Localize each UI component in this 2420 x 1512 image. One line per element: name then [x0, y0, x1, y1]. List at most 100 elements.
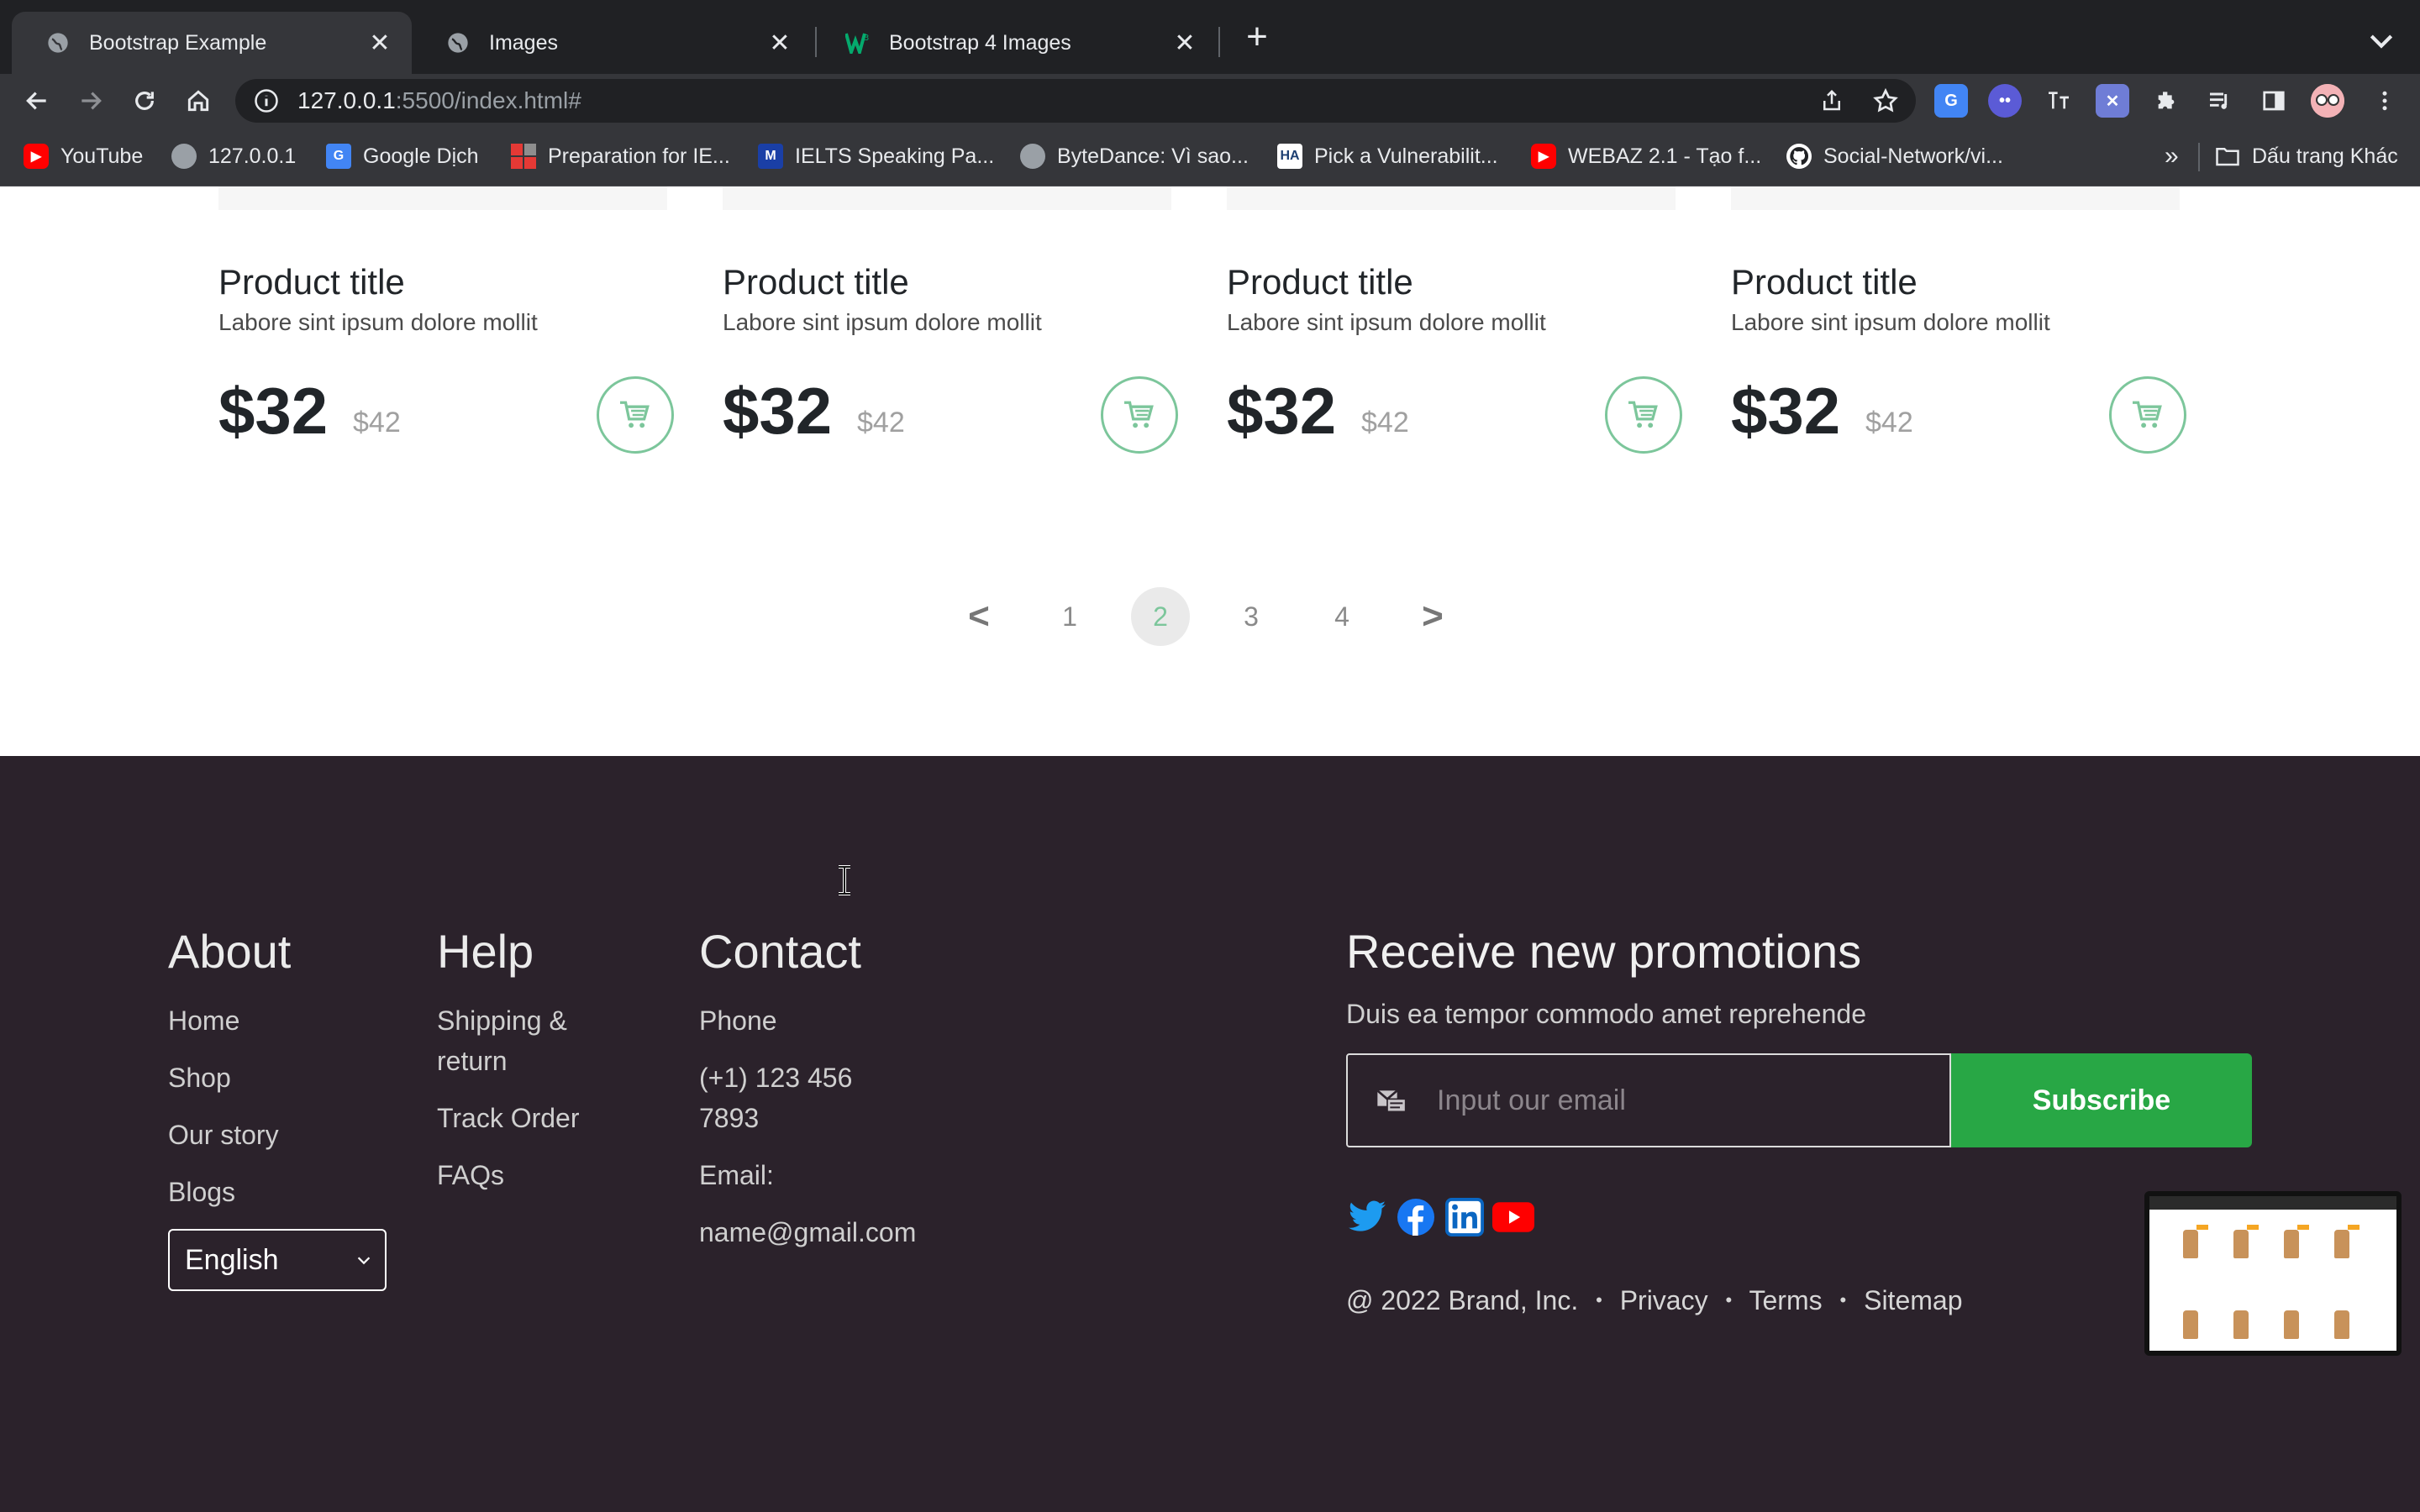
close-icon[interactable]: ✕ [1168, 26, 1202, 60]
separator-dot: • [1596, 1289, 1602, 1310]
mail-extension-icon[interactable]: ✕ [2096, 84, 2129, 118]
tab-bootstrap-example[interactable]: Bootstrap Example ✕ [12, 12, 412, 74]
forward-arrow-icon[interactable] [71, 81, 111, 121]
puzzle-icon[interactable] [2149, 84, 2183, 118]
product-price: $32 [723, 374, 833, 448]
newsletter-subtitle: Duis ea tempor commodo amet reprehende [1346, 999, 1866, 1029]
footer-link-sitemap[interactable]: Sitemap [1864, 1285, 1962, 1315]
new-tab-plus-icon[interactable]: + [1239, 16, 1276, 57]
url-text: 127.0.0.1:5500/index.html# [297, 87, 581, 113]
thumbnail-product [2183, 1230, 2198, 1258]
product-image[interactable] [218, 186, 667, 210]
bookmark-preparation[interactable]: Preparation for IE... [511, 139, 730, 173]
tab-images[interactable]: Images ✕ [412, 12, 812, 74]
product-title[interactable]: Product title [218, 262, 405, 302]
folder-icon [2215, 144, 2240, 169]
globe-icon [45, 30, 71, 55]
close-icon[interactable]: ✕ [363, 26, 397, 60]
chevron-down-icon[interactable] [2365, 24, 2398, 57]
add-to-cart-button[interactable] [2109, 376, 2186, 454]
bookmark-google-dich[interactable]: G Google Dịch [326, 139, 479, 173]
bookmark-label: Social-Network/vi... [1823, 144, 2003, 168]
thumbnail-tag [2297, 1225, 2309, 1230]
product-image[interactable] [723, 186, 1171, 210]
product-title[interactable]: Product title [723, 262, 909, 302]
tab-title: Bootstrap 4 Images [889, 30, 1071, 55]
share-icon[interactable] [1813, 82, 1850, 119]
facebook-icon[interactable] [1395, 1196, 1437, 1238]
bookmark-label: ByteDance: Vì sao... [1057, 144, 1249, 168]
bookmark-social-network[interactable]: Social-Network/vi... [1786, 139, 2003, 173]
other-bookmarks-folder[interactable]: Dấu trang Khác [2215, 139, 2398, 173]
footer-link-terms[interactable]: Terms [1749, 1285, 1823, 1315]
pagination-prev[interactable]: < [950, 587, 1008, 646]
tab-title: Images [489, 30, 558, 55]
email-input[interactable]: Input our email [1346, 1053, 1951, 1147]
bookmark-webaz[interactable]: ▶ WEBAZ 2.1 - Tạo f... [1531, 139, 1761, 173]
footer-link-privacy[interactable]: Privacy [1620, 1285, 1708, 1315]
pagination-page-2[interactable]: 2 [1131, 587, 1190, 646]
ha-icon: HA [1277, 144, 1302, 169]
bookmarks-overflow-button[interactable]: » [2165, 139, 2179, 173]
contact-phone-number[interactable]: (+1) 123 456 7893 [699, 1058, 901, 1138]
product-title[interactable]: Product title [1227, 262, 1413, 302]
text-extension-icon[interactable] [2042, 84, 2075, 118]
footer-link-shipping[interactable]: Shipping & return [437, 1000, 630, 1081]
profile-avatar-icon[interactable] [2311, 84, 2344, 118]
mail-icon [1376, 1089, 1407, 1113]
pagination-page-3[interactable]: 3 [1222, 587, 1281, 646]
product-title[interactable]: Product title [1731, 262, 1918, 302]
close-icon[interactable]: ✕ [763, 26, 797, 60]
youtube-icon[interactable] [1492, 1196, 1534, 1238]
add-to-cart-button[interactable] [1101, 376, 1178, 454]
google-translate-extension-icon[interactable]: G [1934, 84, 1968, 118]
bookmark-vulnerability[interactable]: HA Pick a Vulnerabilit... [1277, 139, 1498, 173]
info-icon[interactable] [254, 88, 279, 113]
cart-icon [620, 401, 650, 428]
linkedin-icon[interactable] [1444, 1196, 1486, 1238]
pagination-page-1[interactable]: 1 [1040, 587, 1099, 646]
footer-link-shop[interactable]: Shop [168, 1058, 387, 1098]
bookmark-ielts[interactable]: M IELTS Speaking Pa... [758, 139, 994, 173]
product-price: $32 [1227, 374, 1337, 448]
footer-link-blogs[interactable]: Blogs [168, 1172, 387, 1212]
media-playlist-icon[interactable] [2203, 84, 2237, 118]
footer-link-track-order[interactable]: Track Order [437, 1098, 630, 1138]
bookmark-bytedance[interactable]: ByteDance: Vì sao... [1020, 139, 1249, 173]
side-panel-icon[interactable] [2257, 84, 2291, 118]
bookmark-youtube[interactable]: ▶ YouTube [24, 139, 143, 173]
ielts-icon: M [758, 144, 783, 169]
add-to-cart-button[interactable] [597, 376, 674, 454]
product-card: Product title Labore sint ipsum dolore m… [1731, 186, 2193, 480]
product-description: Labore sint ipsum dolore mollit [1227, 309, 1546, 335]
kebab-menu-icon[interactable] [2368, 84, 2402, 118]
add-to-cart-button[interactable] [1605, 376, 1682, 454]
language-select[interactable]: English [168, 1229, 387, 1291]
extension-eyes-icon[interactable]: •• [1988, 84, 2022, 118]
bookmark-localhost[interactable]: 127.0.0.1 [171, 139, 296, 173]
back-arrow-icon[interactable] [17, 81, 57, 121]
twitter-icon[interactable] [1346, 1196, 1388, 1238]
address-bar[interactable]: 127.0.0.1:5500/index.html# [235, 79, 1916, 123]
screenshot-preview-thumbnail[interactable] [2144, 1191, 2402, 1356]
footer-contact-heading: Contact [699, 925, 861, 978]
footer-about-heading: About [168, 925, 292, 978]
pagination-page-4[interactable]: 4 [1313, 587, 1371, 646]
pagination-next[interactable]: > [1403, 587, 1462, 646]
copyright-line: @ 2022 Brand, Inc. • Privacy • Terms • S… [1346, 1285, 2254, 1316]
footer-link-our-story[interactable]: Our story [168, 1115, 387, 1155]
tab-separator [1218, 27, 1220, 57]
tab-bootstrap-4-images[interactable]: 3 Bootstrap 4 Images ✕ [812, 12, 1217, 74]
footer-link-faqs[interactable]: FAQs [437, 1155, 630, 1195]
home-icon[interactable] [178, 81, 218, 121]
product-old-price: $42 [353, 407, 401, 438]
subscribe-button[interactable]: Subscribe [1951, 1053, 2252, 1147]
contact-email-address[interactable]: name@gmail.com [699, 1212, 916, 1252]
reload-icon[interactable] [124, 81, 165, 121]
product-price: $32 [1731, 374, 1841, 448]
product-image[interactable] [1227, 186, 1676, 210]
product-old-price: $42 [1361, 407, 1409, 438]
star-icon[interactable] [1867, 82, 1904, 119]
footer-link-home[interactable]: Home [168, 1000, 387, 1041]
product-image[interactable] [1731, 186, 2180, 210]
